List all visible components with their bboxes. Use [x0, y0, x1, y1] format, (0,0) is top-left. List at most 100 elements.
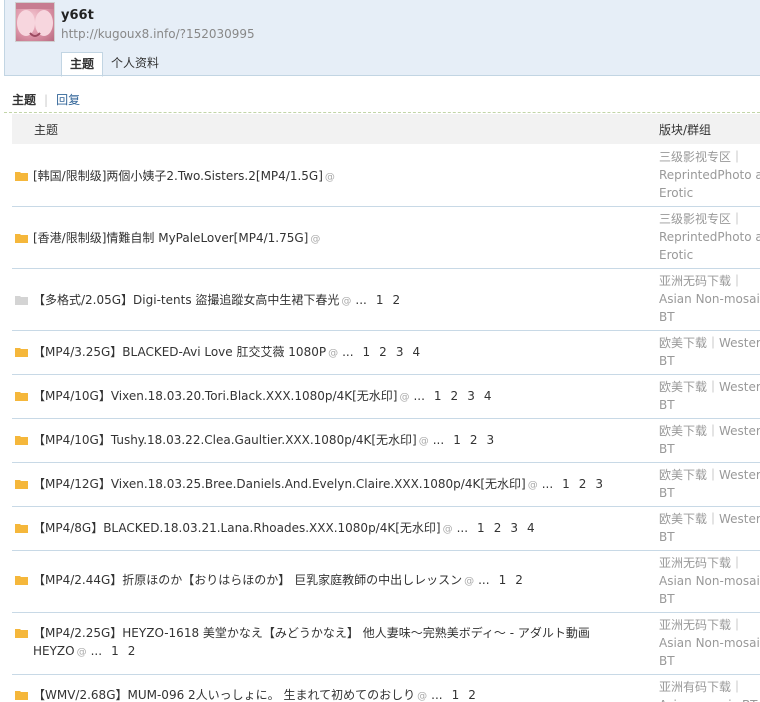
forum-name[interactable]: 欧美下载｜Western BT — [659, 334, 760, 370]
forum-name-line: BT — [659, 310, 675, 324]
folder-icon[interactable] — [15, 435, 28, 445]
profile-tabs: 主题 个人资料 — [61, 52, 167, 77]
avatar[interactable] — [15, 2, 55, 42]
page-ellipsis: ... — [355, 293, 367, 307]
page-link[interactable]: 1 — [453, 433, 461, 447]
page-link[interactable]: 1 — [376, 293, 384, 307]
page-link[interactable]: 3 — [486, 433, 494, 447]
topic-link[interactable]: [香港/限制级]情難自制 MyPaleLover[MP4/1.75G] — [33, 231, 308, 245]
username[interactable]: y66t — [61, 8, 94, 23]
folder-icon[interactable] — [15, 391, 28, 401]
forum-name-line: 亚洲有码下载｜ — [659, 680, 744, 694]
forum-name-line: 三级影视专区｜ — [659, 212, 744, 226]
profile-page: y66t http://kugoux8.info/?152030995 主题 个… — [0, 0, 760, 702]
page-link[interactable]: 1 — [452, 688, 460, 702]
folder-icon[interactable] — [15, 347, 28, 357]
attachment-icon: @ — [328, 348, 339, 359]
topic-link[interactable]: 【MP4/2.44G】折原ほのか【おりはらほのか】 巨乳家庭教師の中出しレッスン — [33, 573, 462, 587]
forum-name[interactable]: 欧美下载｜Western BT — [659, 378, 760, 414]
attachment-icon: @ — [418, 436, 429, 447]
page-link[interactable]: 1 — [562, 477, 570, 491]
table-row: 【MP4/3.25G】BLACKED-Avi Love 肛交艾薇 1080P @.… — [12, 331, 760, 375]
subnav-topics[interactable]: 主题 — [12, 93, 36, 107]
page-ellipsis: ... — [456, 521, 469, 535]
forum-name[interactable]: 亚洲无码下载｜ Asian Non-mosaic BT — [659, 616, 760, 670]
profile-url[interactable]: http://kugoux8.info/?152030995 — [61, 27, 255, 41]
forum-name[interactable]: 亚洲无码下载｜ Asian Non-mosaic BT — [659, 272, 760, 326]
page-link[interactable]: 3 — [595, 477, 603, 491]
table-header: 主题 版块/群组 — [12, 114, 760, 144]
page-link[interactable]: 2 — [392, 293, 400, 307]
profile-header: y66t http://kugoux8.info/?152030995 主题 个… — [4, 0, 760, 77]
folder-icon[interactable] — [15, 575, 28, 585]
forum-name-line: ReprintedPhoto and — [659, 230, 760, 244]
page-link[interactable]: 1 — [434, 389, 442, 403]
folder-icon[interactable] — [15, 171, 28, 181]
page-link[interactable]: 3 — [510, 521, 518, 535]
forum-name[interactable]: 亚洲无码下载｜ Asian Non-mosaic BT — [659, 554, 760, 608]
attachment-icon: @ — [341, 296, 352, 307]
forum-name-line: 欧美下载｜Western — [659, 468, 760, 482]
attachment-icon: @ — [442, 524, 453, 535]
folder-icon[interactable] — [15, 523, 28, 533]
folder-icon[interactable] — [15, 479, 28, 489]
forum-name-line: BT — [659, 486, 675, 500]
forum-name[interactable]: 三级影视专区｜ ReprintedPhoto and Erotic — [659, 148, 760, 202]
attachment-icon: @ — [310, 234, 321, 245]
forum-name-line: 三级影视专区｜ — [659, 150, 744, 164]
dashed-divider — [4, 112, 760, 113]
page-link[interactable]: 2 — [470, 433, 478, 447]
forum-name[interactable]: 三级影视专区｜ ReprintedPhoto and Erotic — [659, 210, 760, 264]
forum-name-line: BT — [659, 530, 675, 544]
page-link[interactable]: 2 — [451, 389, 459, 403]
forum-name[interactable]: 欧美下载｜Western BT — [659, 422, 760, 458]
page-links: ... 1 2 3 4 — [342, 345, 429, 359]
forum-name[interactable]: 亚洲有码下载｜ Asian mosaic BT — [659, 678, 760, 702]
folder-icon[interactable] — [15, 628, 28, 638]
topic-link[interactable]: 【WMV/2.68G】MUM-096 2人いっしょに。 生まれて初めてのおしり — [33, 688, 415, 702]
forum-name-line: Erotic — [659, 248, 694, 262]
forum-name-line: ReprintedPhoto and — [659, 168, 760, 182]
forum-name-line: 欧美下载｜Western — [659, 336, 760, 350]
page-links: ... 1 2 3 — [433, 433, 503, 447]
topic-link[interactable]: 【MP4/8G】BLACKED.18.03.21.Lana.Rhoades.XX… — [33, 521, 441, 535]
topic-link[interactable]: 【MP4/12G】Vixen.18.03.25.Bree.Daniels.And… — [33, 477, 526, 491]
topic-link[interactable]: 【MP4/10G】Tushy.18.03.22.Clea.Gaultier.XX… — [33, 433, 417, 447]
page-link[interactable]: 1 — [363, 345, 371, 359]
table-row: 【MP4/10G】Vixen.18.03.20.Tori.Black.XXX.1… — [12, 375, 760, 419]
page-link[interactable]: 4 — [412, 345, 420, 359]
forum-name-line: BT — [659, 592, 675, 606]
page-link[interactable]: 2 — [515, 573, 523, 587]
page-link[interactable]: 1 — [477, 521, 485, 535]
page-link[interactable]: 2 — [494, 521, 502, 535]
page-link[interactable]: 2 — [379, 345, 387, 359]
page-link[interactable]: 1 — [111, 644, 119, 658]
page-links: ... 1 2 — [478, 573, 532, 587]
avatar-image — [16, 3, 54, 37]
topic-link[interactable]: 【MP4/10G】Vixen.18.03.20.Tori.Black.XXX.1… — [33, 389, 397, 403]
forum-name-line: BT — [659, 442, 675, 456]
page-link[interactable]: 2 — [128, 644, 136, 658]
topic-link[interactable]: 【多格式/2.05G】Digi-tents 盜撮追蹤女高中生裙下春光 — [33, 293, 339, 307]
page-link[interactable]: 1 — [499, 573, 507, 587]
page-link[interactable]: 4 — [527, 521, 535, 535]
topic-link[interactable]: [韩国/限制级]两個小姨子2.Two.Sisters.2[MP4/1.5G] — [33, 169, 323, 183]
forum-name[interactable]: 欧美下载｜Western BT — [659, 510, 760, 546]
page-link[interactable]: 2 — [579, 477, 587, 491]
folder-icon[interactable] — [15, 690, 28, 700]
tab-profile[interactable]: 个人资料 — [103, 52, 167, 75]
page-link[interactable]: 3 — [396, 345, 404, 359]
forum-name-line: 亚洲无码下载｜ — [659, 274, 744, 288]
page-link[interactable]: 3 — [467, 389, 475, 403]
folder-icon[interactable] — [15, 233, 28, 243]
forum-name[interactable]: 欧美下载｜Western BT — [659, 466, 760, 502]
attachment-icon: @ — [76, 647, 87, 658]
page-link[interactable]: 4 — [484, 389, 492, 403]
subnav-replies-link[interactable]: 回复 — [56, 93, 80, 107]
tab-topics[interactable]: 主题 — [61, 52, 104, 77]
topic-link[interactable]: 【MP4/3.25G】BLACKED-Avi Love 肛交艾薇 1080P — [33, 345, 326, 359]
page-ellipsis: ... — [90, 644, 103, 658]
forum-name-line: BT — [659, 398, 675, 412]
page-link[interactable]: 2 — [468, 688, 476, 702]
folder-closed-icon[interactable] — [15, 295, 28, 305]
